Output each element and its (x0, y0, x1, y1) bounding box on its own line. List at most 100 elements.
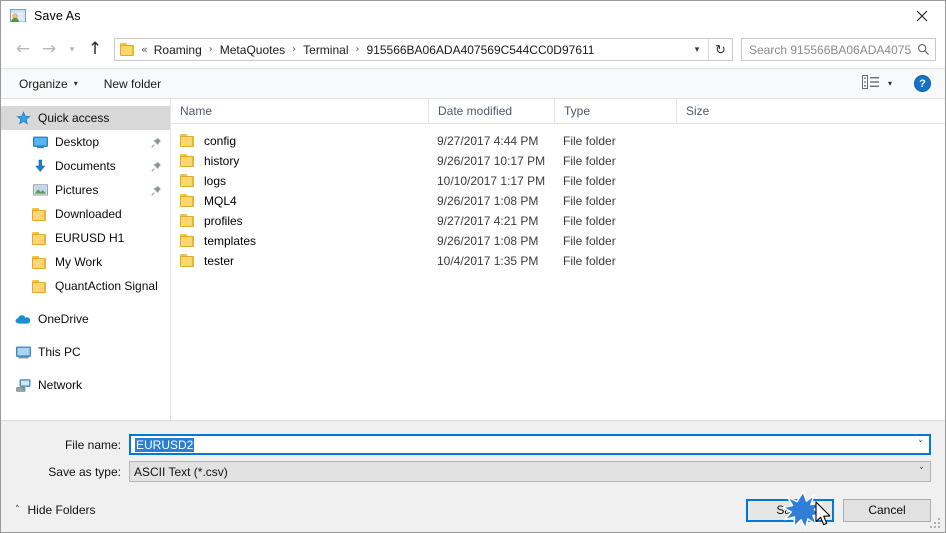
breadcrumb-item-terminal-id[interactable]: 915566BA06ADA407569C544CC0D97611 (367, 43, 595, 57)
sidebar-item-quantaction-signal[interactable]: QuantAction Signal (1, 274, 170, 298)
file-name-value-wrap: EURUSD2 (131, 437, 912, 452)
folder-icon (180, 194, 196, 208)
column-header-date-modified[interactable]: Date modified (428, 99, 554, 124)
file-date-modified: 9/27/2017 4:21 PM (437, 214, 539, 228)
column-label: Type (564, 104, 591, 118)
close-icon[interactable] (899, 1, 945, 31)
file-name: MQL4 (204, 194, 237, 208)
breadcrumb-item-metaquotes[interactable]: MetaQuotes (220, 43, 285, 57)
table-row[interactable]: config 9/27/2017 4:44 PM File folder (171, 131, 945, 151)
column-header-size[interactable]: Size (676, 99, 753, 124)
sidebar-item-label: OneDrive (38, 312, 89, 326)
forward-button[interactable]: → (36, 37, 62, 63)
pin-icon[interactable] (150, 160, 162, 172)
recent-locations-button[interactable]: ▾ (62, 37, 82, 63)
pin-icon[interactable] (150, 136, 162, 148)
star-icon (14, 110, 32, 126)
details-view-icon (861, 75, 879, 92)
file-name: profiles (204, 214, 243, 228)
column-header-name[interactable]: Name ˄ (171, 99, 428, 124)
file-type: File folder (563, 194, 616, 208)
table-row[interactable]: templates 9/26/2017 1:08 PM File folder (171, 231, 945, 251)
table-row[interactable]: MQL4 9/26/2017 1:08 PM File folder (171, 191, 945, 211)
resize-grip[interactable] (930, 518, 941, 529)
documents-icon (31, 158, 49, 174)
sidebar-item-eurusd-h1[interactable]: EURUSD H1 (1, 226, 170, 250)
address-bar[interactable]: « Roaming › MetaQuotes › Terminal › 9155… (114, 38, 733, 61)
folder-icon (31, 254, 49, 270)
chevron-down-icon[interactable]: ˅ (913, 467, 930, 477)
breadcrumb-item-roaming[interactable]: Roaming (154, 43, 202, 57)
breadcrumb: « Roaming › MetaQuotes › Terminal › 9155… (140, 43, 686, 57)
folder-icon (180, 174, 196, 188)
sidebar-item-label: Network (38, 378, 83, 392)
up-button[interactable]: ↑ (82, 37, 108, 63)
table-row[interactable]: profiles 9/27/2017 4:21 PM File folder (171, 211, 945, 231)
chevron-down-icon: ▾ (887, 79, 892, 88)
view-mode-button[interactable]: ▾ (861, 73, 892, 95)
sidebar-item-label: This PC (38, 345, 81, 359)
breadcrumb-separator: › (355, 44, 360, 55)
file-list: Name ˄ Date modified Type Size config 9/… (171, 99, 945, 420)
column-label: Name (180, 104, 213, 118)
sidebar-item-network[interactable]: Network (1, 373, 170, 397)
toolbar: Organize ▾ New folder ▾ ? (1, 68, 945, 99)
search-input[interactable]: Search 915566BA06ADA40756... (742, 43, 911, 57)
sidebar-item-documents[interactable]: Documents (1, 154, 170, 178)
file-name-value: EURUSD2 (135, 437, 195, 452)
sidebar-item-pictures[interactable]: Pictures (1, 178, 170, 202)
back-button[interactable]: ← (10, 37, 36, 63)
table-row[interactable]: history 9/26/2017 10:17 PM File folder (171, 151, 945, 171)
save-as-type-select[interactable]: ASCII Text (*.csv) ˅ (129, 461, 931, 482)
sidebar-item-my-work[interactable]: My Work (1, 250, 170, 274)
file-type: File folder (563, 254, 616, 268)
folder-icon (180, 214, 196, 228)
sidebar-item-label: EURUSD H1 (55, 231, 125, 245)
refresh-icon: ↻ (715, 41, 726, 57)
save-button[interactable]: Save (746, 498, 834, 522)
sidebar-item-label: Desktop (55, 135, 100, 149)
sidebar-item-downloaded[interactable]: Downloaded (1, 202, 170, 226)
file-date-modified: 9/26/2017 1:08 PM (437, 194, 539, 208)
refresh-button[interactable]: ↻ (709, 39, 732, 60)
save-form: File name: EURUSD2 ˅ Save as type: ASCII… (1, 420, 945, 488)
sidebar-item-label: Documents (55, 159, 116, 173)
organize-button[interactable]: Organize ▾ (15, 73, 82, 95)
column-header-type[interactable]: Type (554, 99, 676, 124)
breadcrumb-item-terminal[interactable]: Terminal (303, 43, 348, 57)
chevron-down-icon[interactable]: ˅ (912, 440, 929, 450)
organize-label: Organize (19, 76, 68, 91)
file-date-modified: 9/27/2017 4:44 PM (437, 134, 539, 148)
file-type: File folder (563, 154, 616, 168)
file-name: history (204, 154, 240, 168)
address-dropdown-button[interactable]: ▾ (686, 39, 708, 60)
save-as-dialog: Save As ← → ▾ ↑ « Roaming › MetaQuotes ›… (0, 0, 946, 533)
new-folder-button[interactable]: New folder (100, 73, 165, 95)
sidebar-item-quick-access[interactable]: Quick access (1, 106, 170, 130)
sidebar-item-this-pc[interactable]: This PC (1, 340, 170, 364)
footer-buttons: Save Cancel (746, 498, 931, 522)
network-icon (14, 377, 32, 393)
table-row[interactable]: tester 10/4/2017 1:35 PM File folder (171, 251, 945, 271)
file-name: logs (204, 174, 227, 188)
sidebar-item-label: Downloaded (55, 207, 122, 221)
pin-icon[interactable] (150, 184, 162, 196)
file-date-modified: 9/26/2017 1:08 PM (437, 234, 539, 248)
file-type: File folder (563, 174, 616, 188)
save-as-icon (10, 8, 26, 24)
table-row[interactable]: logs 10/10/2017 1:17 PM File folder (171, 171, 945, 191)
file-name-input[interactable]: EURUSD2 ˅ (129, 434, 931, 455)
search-box[interactable]: Search 915566BA06ADA40756... (741, 38, 936, 61)
arrow-right-icon: → (41, 39, 57, 59)
help-icon[interactable]: ? (914, 75, 931, 92)
breadcrumb-overflow[interactable]: « (140, 43, 154, 56)
sidebar-item-onedrive[interactable]: OneDrive (1, 307, 170, 331)
arrow-left-icon: ← (15, 39, 31, 59)
folder-icon (180, 134, 196, 148)
navigation-pane: Quick access Desktop Documents Pictures … (1, 99, 171, 420)
file-name: tester (204, 254, 235, 268)
cancel-button[interactable]: Cancel (843, 498, 931, 522)
hide-folders-button[interactable]: ˄ Hide Folders (15, 503, 96, 517)
chevron-down-icon: ▾ (694, 44, 700, 55)
sidebar-item-desktop[interactable]: Desktop (1, 130, 170, 154)
